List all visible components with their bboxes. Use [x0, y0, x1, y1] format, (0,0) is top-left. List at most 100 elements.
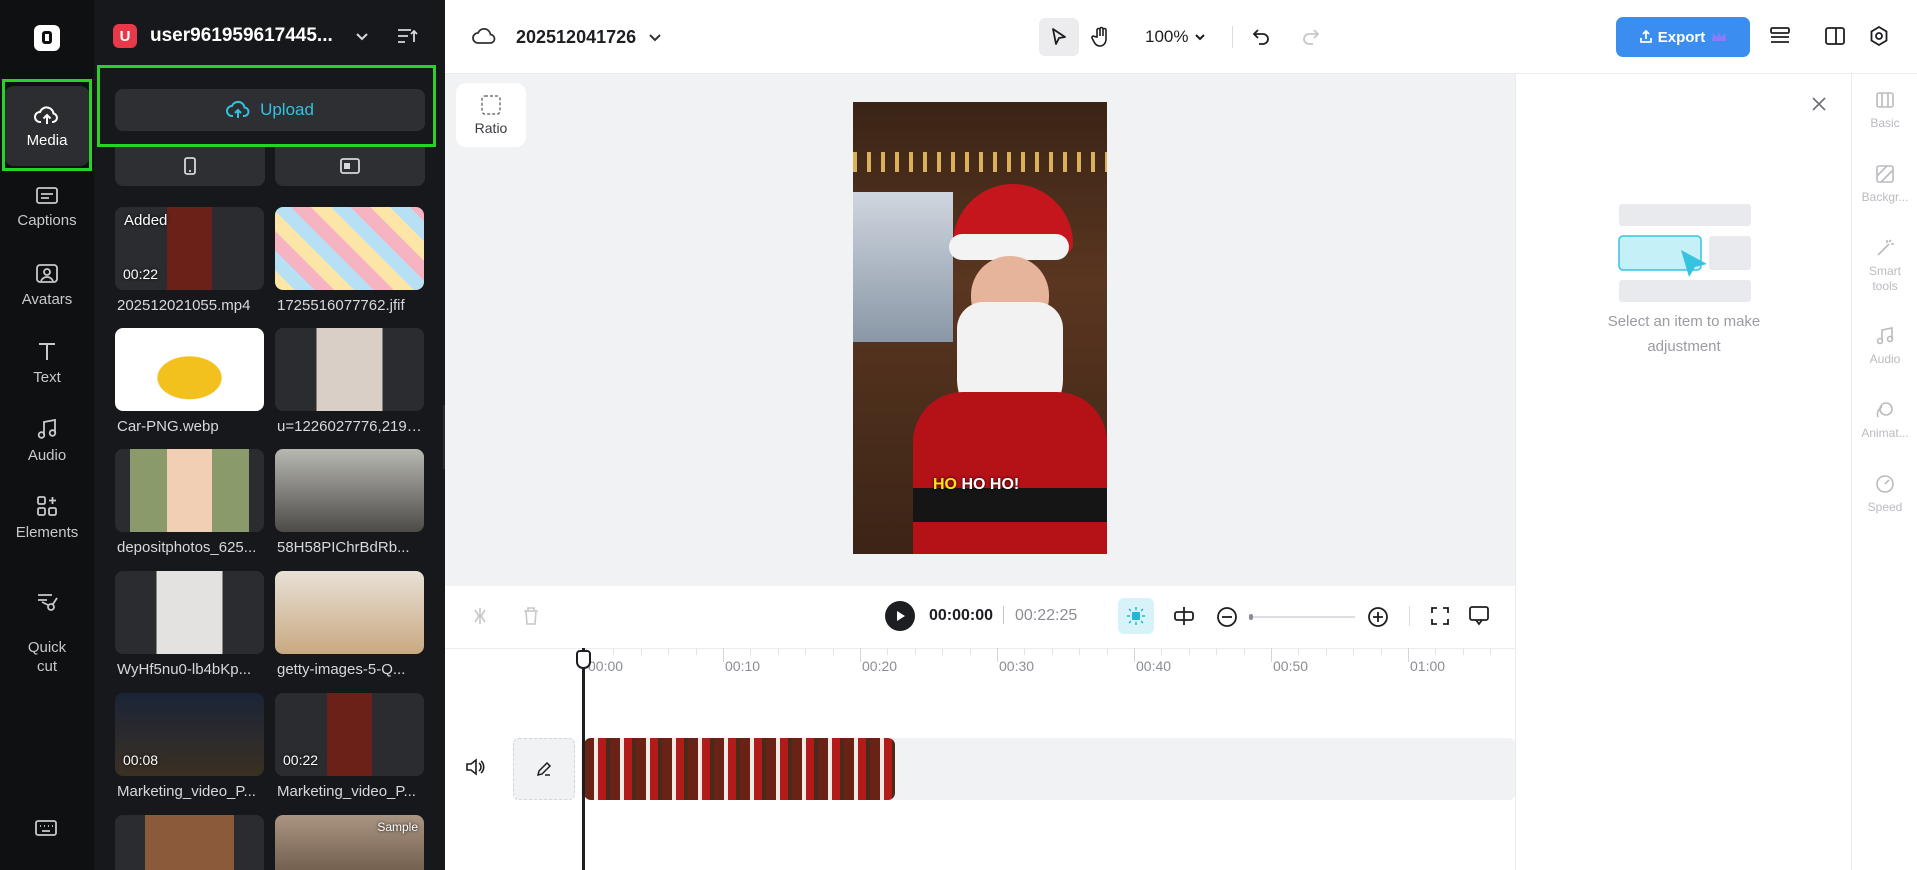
undo-button[interactable]	[1251, 26, 1271, 46]
zoom-value: 100%	[1145, 27, 1189, 46]
clip-duration: 00:22	[123, 266, 159, 282]
sort-icon[interactable]	[396, 26, 418, 46]
select-tool-button[interactable]	[1039, 18, 1079, 56]
sidebar-item-media[interactable]: Media	[4, 86, 90, 166]
cloud-sync-icon[interactable]	[472, 27, 496, 47]
media-thumbnail[interactable]	[115, 449, 264, 532]
rail-item-label: Backgr...	[1861, 190, 1909, 204]
export-button[interactable]: Export	[1616, 17, 1750, 57]
rail-item-smart-tools[interactable]: Smart tools	[1852, 238, 1917, 294]
screen-icon	[339, 157, 361, 175]
fullscreen-icon	[1430, 606, 1450, 626]
zoom-slider-handle[interactable]	[1249, 614, 1253, 620]
playhead[interactable]	[576, 648, 591, 870]
layout-toggle-button[interactable]	[1824, 26, 1846, 46]
media-thumbnail[interactable]	[115, 571, 264, 654]
redo-button[interactable]	[1301, 26, 1321, 46]
media-thumbnail[interactable]	[115, 815, 264, 870]
media-thumbnail[interactable]: Added 00:22	[115, 207, 264, 290]
sidebar-item-elements[interactable]: Elements	[4, 494, 90, 541]
share-icon	[1639, 30, 1653, 44]
zoom-in-button[interactable]	[1367, 606, 1389, 628]
caption-preview-button[interactable]	[1468, 605, 1490, 627]
string-lights	[853, 152, 1107, 172]
rail-item-label: Smart tools	[1868, 264, 1901, 293]
chevron-down-icon[interactable]	[648, 30, 662, 44]
ruler-tick-label: 00:00	[588, 658, 624, 674]
zoom-select[interactable]: 100%	[1145, 27, 1206, 47]
media-thumbnail[interactable]: 00:08	[115, 693, 264, 776]
media-thumbnail[interactable]: 00:22	[275, 693, 424, 776]
media-thumbnail[interactable]: Sample	[275, 815, 424, 870]
media-thumbnail[interactable]	[115, 328, 264, 411]
project-title[interactable]: 202512041726	[516, 27, 636, 48]
ruler-tick-label: 00:50	[1273, 658, 1309, 674]
keyboard-shortcuts-button[interactable]	[34, 818, 58, 838]
cursor-icon	[1050, 27, 1068, 47]
layers-button[interactable]	[1769, 26, 1791, 46]
rail-item-speed[interactable]: Speed	[1852, 474, 1917, 515]
rail-item-background[interactable]: Backgr...	[1852, 164, 1917, 205]
screen-record-button[interactable]	[275, 146, 425, 186]
magic-wand-icon	[1875, 238, 1895, 258]
ruler-minor-tick	[1490, 648, 1492, 655]
ratio-button[interactable]: Ratio	[456, 83, 526, 147]
cloud-upload-icon	[34, 104, 60, 132]
settings-button[interactable]	[1868, 25, 1890, 47]
ruler-major-tick	[997, 648, 998, 662]
track-cover-button[interactable]	[513, 738, 575, 800]
ruler-minor-tick	[1435, 648, 1437, 655]
sidebar-item-avatars[interactable]: Avatars	[4, 263, 90, 308]
auto-snap-button[interactable]	[1118, 598, 1154, 634]
app-logo[interactable]	[34, 25, 60, 51]
ruler-minor-tick	[640, 648, 642, 655]
zoom-slider[interactable]	[1249, 614, 1355, 620]
media-filename: Marketing_video_P...	[117, 783, 256, 800]
rail-item-basic[interactable]: Basic	[1852, 90, 1917, 131]
rail-item-animation[interactable]: Animat...	[1852, 400, 1917, 441]
aspect-ratio-icon	[480, 94, 502, 116]
workspace-name[interactable]: user961959617445...	[150, 25, 340, 47]
phone-upload-button[interactable]	[115, 146, 265, 186]
media-thumbnail[interactable]	[275, 207, 424, 290]
ruler-major-tick	[1271, 648, 1272, 662]
playhead-handle[interactable]	[576, 650, 591, 669]
properties-rail: Basic Backgr... Smart tools Audio Animat…	[1851, 74, 1917, 870]
ruler-tick-label: 00:40	[1136, 658, 1172, 674]
delete-button[interactable]	[522, 606, 540, 626]
split-button[interactable]	[471, 606, 489, 626]
close-icon[interactable]	[1811, 96, 1827, 112]
fullscreen-button[interactable]	[1430, 606, 1450, 626]
ruler-minor-tick	[1462, 648, 1464, 655]
ruler-minor-tick	[805, 648, 807, 655]
media-thumbnail[interactable]	[275, 328, 424, 411]
video-clip[interactable]	[584, 738, 895, 800]
empty-state-illustration	[1617, 204, 1753, 304]
sidebar-item-label: Captions	[17, 212, 77, 229]
total-time: 00:22:25	[1015, 607, 1078, 624]
chevron-down-icon[interactable]	[354, 28, 370, 44]
media-filename: Marketing_video_P...	[277, 783, 416, 800]
sidebar-item-label: Quick cut	[27, 639, 67, 675]
hand-tool-button[interactable]	[1081, 18, 1121, 56]
ruler-minor-tick	[1216, 648, 1218, 655]
track-mute-button[interactable]	[465, 758, 485, 776]
sidebar-item-quick-cut[interactable]: Quick cut	[4, 572, 90, 676]
video-preview[interactable]: HO HO HO!	[853, 102, 1107, 554]
upload-button[interactable]: Upload	[115, 89, 425, 131]
rail-item-label: Basic	[1870, 116, 1900, 130]
left-sidebar: Media Captions Avatars Text Audio Elemen…	[0, 0, 94, 870]
zoom-out-button[interactable]	[1216, 606, 1238, 628]
user-avatar[interactable]: U	[113, 24, 137, 48]
media-thumbnail[interactable]	[275, 571, 424, 654]
split-clip-button[interactable]	[1173, 606, 1195, 626]
caption-highlight-word: HO	[933, 476, 957, 493]
media-thumbnail[interactable]	[275, 449, 424, 532]
play-button[interactable]	[885, 601, 915, 631]
sidebar-item-captions[interactable]: Captions	[4, 186, 90, 229]
sidebar-item-label: Elements	[15, 524, 79, 541]
sidebar-item-text[interactable]: Text	[4, 339, 90, 386]
sidebar-item-audio[interactable]: Audio	[4, 417, 90, 464]
rail-item-audio[interactable]: Audio	[1852, 326, 1917, 367]
media-filename: WyHf5nu0-lb4bKp...	[117, 661, 252, 678]
